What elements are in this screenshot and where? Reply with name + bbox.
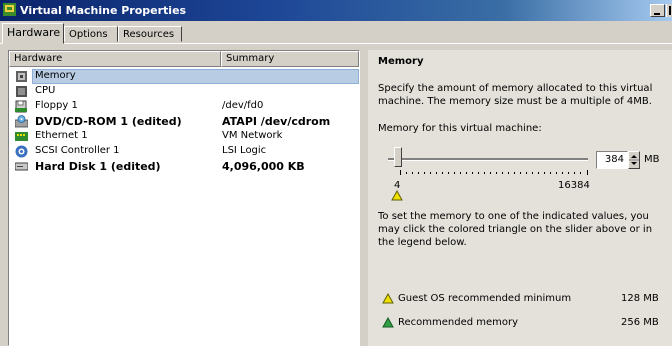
memory-hint: To set the memory to one of the indicate… — [378, 211, 653, 248]
minimize-icon — [654, 13, 660, 15]
legend-label: Recommended memory — [398, 317, 519, 328]
panel-title: Memory — [378, 56, 424, 67]
slider-max-label: 16384 — [558, 180, 590, 191]
legend-guest-os-min[interactable]: Guest OS recommended minimum 128 MB — [378, 292, 668, 306]
green-triangle-icon — [382, 317, 394, 328]
tab-resources[interactable]: Resources — [118, 26, 182, 42]
list-item-hard-disk[interactable]: Hard Disk 1 (edited) 4,096,000 KB — [9, 159, 369, 174]
minimize-button[interactable] — [650, 4, 665, 17]
tab-options[interactable]: Options — [64, 26, 118, 42]
floppy-icon — [15, 100, 27, 113]
list-item-ethernet[interactable]: Ethernet 1 VM Network — [9, 129, 369, 144]
memory-description: Specify the amount of memory allocated t… — [378, 83, 653, 107]
hardware-list[interactable]: Hardware Summary Memory CPU Floppy 1 /de… — [8, 50, 360, 346]
spinner-arrows-icon — [629, 155, 639, 165]
title-bar: Virtual Machine Properties — [0, 0, 672, 21]
memory-panel: Memory Specify the amount of memory allo… — [368, 50, 672, 346]
list-item-floppy[interactable]: Floppy 1 /dev/fd0 — [9, 99, 369, 114]
item-summary: VM Network — [222, 130, 283, 141]
legend-value: 256 MB — [621, 317, 659, 328]
list-item-scsi-controller[interactable]: SCSI Controller 1 LSI Logic — [9, 144, 369, 159]
item-name: Floppy 1 — [35, 100, 78, 111]
guest-os-min-marker-icon[interactable] — [391, 190, 403, 201]
memory-value-input[interactable]: 384 — [596, 151, 628, 169]
item-name: DVD/CD-ROM 1 (edited) — [35, 115, 182, 128]
item-summary: LSI Logic — [222, 145, 267, 156]
window-title: Virtual Machine Properties — [20, 4, 187, 17]
vm-icon — [3, 3, 16, 16]
maximize-button[interactable] — [666, 4, 672, 17]
tab-divider — [0, 43, 672, 44]
list-item-cpu[interactable]: CPU — [9, 84, 369, 99]
list-item-dvd-cdrom[interactable]: DVD/CD-ROM 1 (edited) ATAPI /dev/cdrom — [9, 114, 369, 129]
yellow-triangle-icon — [382, 293, 394, 304]
item-summary: ATAPI /dev/cdrom — [222, 115, 331, 128]
memory-spinner[interactable] — [628, 151, 640, 169]
scsi-icon — [15, 145, 28, 158]
cpu-icon — [16, 86, 27, 97]
legend-recommended[interactable]: Recommended memory 256 MB — [378, 316, 668, 330]
memory-slider-thumb[interactable] — [394, 147, 402, 167]
item-name: Memory — [35, 70, 76, 81]
list-item-memory[interactable]: Memory — [9, 69, 369, 84]
slider-ticks — [400, 170, 588, 175]
legend-label: Guest OS recommended minimum — [398, 293, 572, 304]
item-summary: /dev/fd0 — [222, 100, 264, 111]
selection-highlight — [32, 69, 359, 84]
maximize-icon — [669, 6, 671, 15]
column-header-hardware[interactable]: Hardware — [9, 51, 221, 67]
item-name: Ethernet 1 — [35, 130, 88, 141]
item-name: SCSI Controller 1 — [35, 145, 120, 156]
item-name: Hard Disk 1 (edited) — [35, 160, 161, 173]
memory-slider-track[interactable] — [388, 158, 588, 161]
item-summary: 4,096,000 KB — [222, 160, 305, 173]
tab-hardware[interactable]: Hardware — [2, 23, 64, 44]
network-icon — [15, 132, 28, 141]
memory-unit: MB — [644, 154, 660, 165]
item-name: CPU — [35, 85, 56, 96]
legend-value: 128 MB — [621, 293, 659, 304]
memory-prompt: Memory for this virtual machine: — [378, 123, 542, 134]
column-header-summary[interactable]: Summary — [221, 51, 359, 67]
cdrom-icon — [15, 115, 28, 128]
harddisk-icon — [15, 162, 28, 171]
memory-icon — [16, 71, 27, 82]
